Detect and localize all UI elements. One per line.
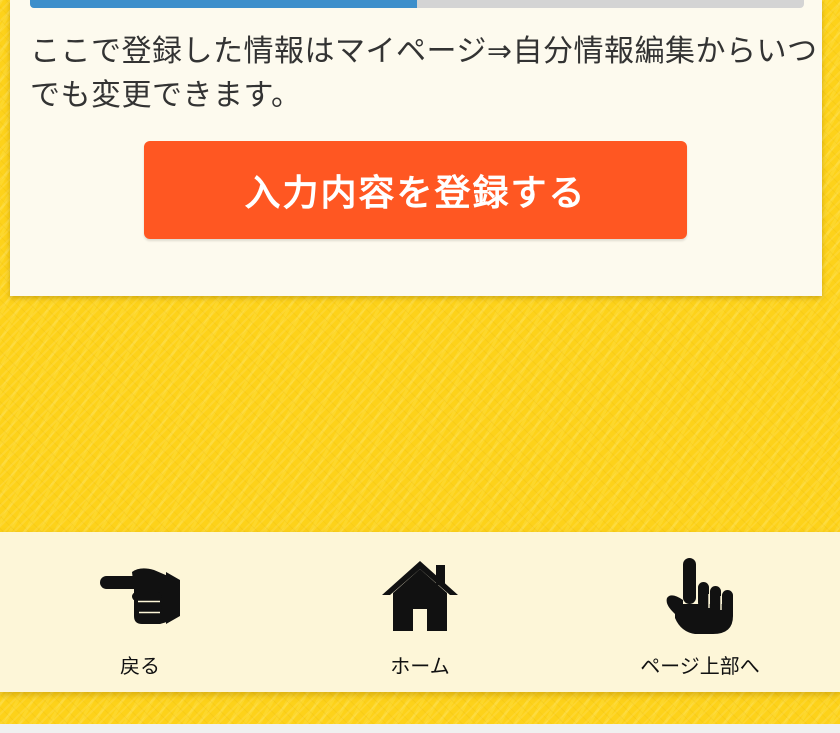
bottom-strip (0, 724, 840, 733)
nav-page-top-button[interactable]: ページ上部へ (560, 532, 840, 692)
progress-bar-fill (30, 0, 417, 8)
pointing-right-hand-icon (0, 556, 280, 636)
nav-home-label: ホーム (390, 654, 450, 678)
submit-registration-button[interactable]: 入力内容を登録する (144, 141, 687, 239)
registration-card: ここで登録した情報はマイページ⇒自分情報編集からいつでも変更できます。 入力内容… (10, 0, 822, 296)
nav-back-label: 戻る (120, 654, 160, 678)
footer-nav: 戻る ホーム ページ上部へ (0, 532, 840, 692)
nav-page-top-label: ページ上部へ (640, 654, 760, 678)
nav-home-button[interactable]: ホーム (280, 532, 560, 692)
progress-bar (30, 0, 804, 8)
pointing-up-hand-icon (560, 556, 840, 636)
home-icon (280, 556, 560, 636)
info-text: ここで登録した情報はマイページ⇒自分情報編集からいつでも変更できます。 (30, 34, 818, 113)
nav-back-button[interactable]: 戻る (0, 532, 280, 692)
